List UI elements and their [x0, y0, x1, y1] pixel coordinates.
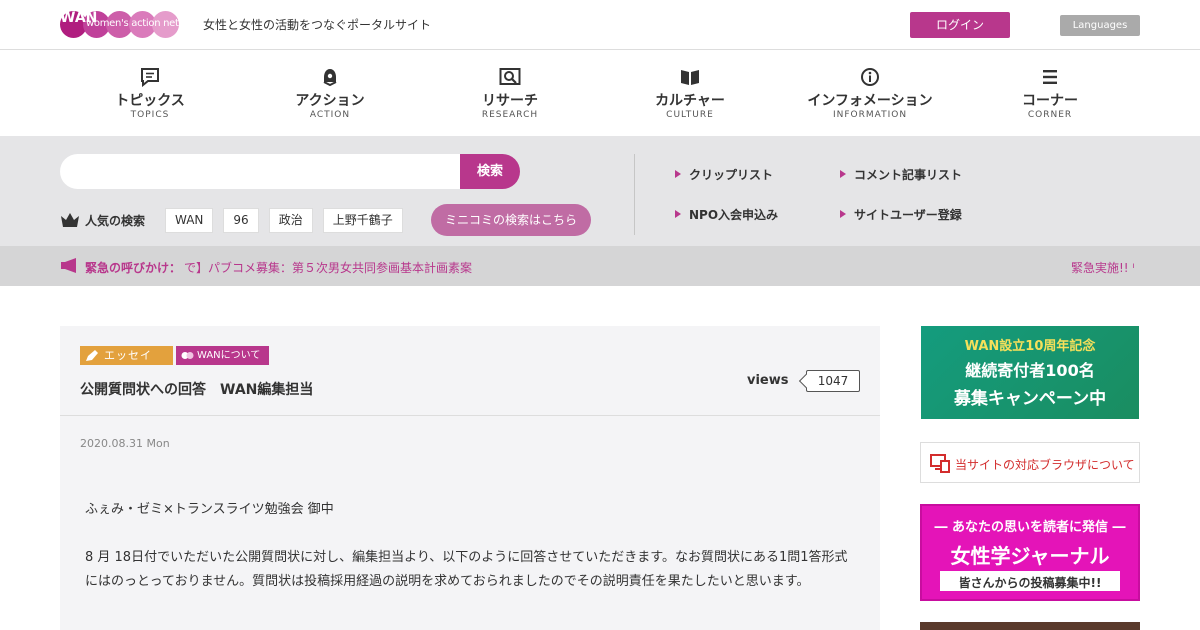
category-essay-label: エッセイ: [104, 349, 152, 362]
crown-icon: [61, 213, 79, 227]
journal-line1: ― あなたの思いを読者に発信 ―: [934, 520, 1126, 535]
article-paragraph: 8 月 18日付でいただいた公開質問状に対し、編集担当より、以下のように回答させ…: [85, 550, 848, 589]
wan-logo[interactable]: WAN women's action network: [60, 11, 202, 38]
comment-articles-link[interactable]: コメント記事リスト: [840, 166, 962, 183]
npo-signup-label: NPO入会申込み: [689, 208, 779, 222]
book-icon: [681, 70, 699, 85]
journal-line3: 皆さんからの投稿募集中!!: [958, 576, 1102, 590]
site-tagline: 女性と女性の活動をつなぐポータルサイト: [203, 18, 432, 32]
nav-culture-label: カルチャー: [655, 93, 725, 109]
nav-action[interactable]: アクション ACTION: [240, 51, 420, 136]
anniversary-campaign-banner[interactable]: WAN設立10周年記念 継続寄付者100名 募集キャンペーン中: [921, 326, 1139, 419]
info-icon: [861, 68, 879, 86]
triangle-icon: [675, 210, 681, 218]
category-wan-badge[interactable]: WANについて: [176, 346, 269, 365]
anniversary-line1: WAN設立10周年記念: [964, 339, 1096, 354]
views-count: 1047: [806, 370, 860, 392]
menu-icon: [1043, 70, 1057, 84]
journal-line2: 女性学ジャーナル: [950, 544, 1110, 568]
nav-corner-label: コーナー: [1022, 93, 1078, 109]
popular-tag[interactable]: 政治: [268, 207, 313, 233]
nav-action-sub: ACTION: [309, 110, 351, 120]
user-register-link[interactable]: サイトユーザー登録: [840, 206, 962, 223]
article-title: 公開質問状への回答 WAN編集担当: [80, 382, 314, 398]
urgent-ticker-text-right[interactable]: 緊急実施!! ᴵ: [1071, 259, 1135, 276]
triangle-icon: [840, 210, 846, 218]
nav-corner[interactable]: コーナー CORNER: [960, 51, 1140, 136]
search-divider: [634, 154, 635, 235]
logo-text: women's action network: [86, 18, 202, 29]
page: WAN women's action network 女性と女性の活動をつなぐポ…: [0, 0, 1200, 630]
nav-research-sub: RESEARCH: [481, 110, 539, 120]
article-date: 2020.08.31 Mon: [80, 437, 170, 450]
clip-list-label: クリップリスト: [689, 168, 774, 182]
search-button[interactable]: 検索: [460, 154, 520, 189]
article-body: ふぇみ・ゼミ×トランスライツ勉強会 御中 8 月 18日付でいただいた公開質問状…: [85, 498, 860, 618]
user-register-label: サイトユーザー登録: [854, 208, 962, 222]
login-button[interactable]: ログイン: [910, 12, 1010, 38]
views-label: views: [747, 373, 789, 388]
article: エッセイ WANについて 公開質問状への回答 WAN編集担当 views 104…: [60, 326, 880, 630]
article-header: エッセイ WANについて 公開質問状への回答 WAN編集担当 views 104…: [60, 326, 880, 416]
search-area: 検索 人気の検索 WAN 96 政治 上野千鶴子 ミニコミの検索はこちら クリッ…: [0, 136, 1200, 246]
anniversary-line2: 継続寄付者100名: [965, 361, 1095, 380]
comment-articles-label: コメント記事リスト: [854, 168, 963, 182]
popular-label: 人気の検索: [85, 213, 146, 228]
popular-tag[interactable]: 96: [223, 207, 259, 233]
popular-tag[interactable]: 上野千鶴子: [322, 207, 403, 233]
languages-button[interactable]: Languages: [1060, 15, 1140, 36]
search-input[interactable]: [60, 154, 461, 189]
minikomi-search-button[interactable]: ミニコミの検索はこちら: [431, 204, 591, 236]
womens-studies-journal-banner[interactable]: ― あなたの思いを読者に発信 ― 女性学ジャーナル 皆さんからの投稿募集中!!: [920, 504, 1140, 601]
photo-banner[interactable]: [920, 622, 1140, 630]
urgent-banner: 緊急の呼びかけ： で】パブコメ募集：第５次男女共同参画基本計画素案 緊急実施!!…: [0, 246, 1200, 286]
nav-information[interactable]: インフォメーション INFORMATION: [780, 51, 960, 136]
nav-topics[interactable]: トピックス TOPICS: [60, 51, 240, 136]
nav-information-label: インフォメーション: [807, 93, 933, 109]
monitor-icon: [930, 454, 950, 473]
supported-browsers-text: 当サイトの対応ブラウザについて: [955, 458, 1135, 472]
urgent-label: 緊急の呼びかけ：: [85, 261, 182, 275]
megaphone-icon: [61, 258, 76, 273]
nav-research-label: リサーチ: [482, 93, 538, 109]
triangle-icon: [675, 170, 681, 178]
popular-tag[interactable]: WAN: [165, 207, 214, 233]
top-header: WAN women's action network 女性と女性の活動をつなぐポ…: [0, 0, 1200, 50]
wan-logo-icon: [181, 352, 194, 359]
npo-signup-link[interactable]: NPO入会申込み: [675, 206, 778, 223]
popular-searches: 人気の検索 WAN 96 政治 上野千鶴子: [60, 207, 413, 233]
clip-list-link[interactable]: クリップリスト: [675, 166, 773, 183]
nav-topics-label: トピックス: [115, 93, 185, 109]
urgent-ticker-text[interactable]: で】パブコメ募集：第５次男女共同参画基本計画素案: [184, 259, 472, 276]
nav-topics-sub: TOPICS: [130, 110, 170, 120]
nav-action-label: アクション: [295, 93, 365, 109]
pen-icon: [86, 350, 98, 361]
magnifier-icon: [499, 68, 521, 85]
category-essay-badge[interactable]: エッセイ: [80, 346, 173, 365]
nav-culture[interactable]: カルチャー CULTURE: [600, 51, 780, 136]
chat-icon: [141, 68, 159, 87]
bell-icon: [323, 69, 337, 87]
main-nav: トピックス TOPICS アクション ACTION リサーチ RESEARCH: [60, 51, 1140, 136]
nav-research[interactable]: リサーチ RESEARCH: [420, 51, 600, 136]
supported-browsers-banner[interactable]: 当サイトの対応ブラウザについて: [920, 442, 1140, 483]
nav-information-sub: INFORMATION: [832, 110, 908, 120]
nav-corner-sub: CORNER: [1027, 110, 1073, 120]
article-paragraph: ふぇみ・ゼミ×トランスライツ勉強会 御中: [85, 502, 334, 517]
category-wan-label: WANについて: [197, 350, 261, 361]
nav-culture-sub: CULTURE: [666, 110, 714, 120]
triangle-icon: [840, 170, 846, 178]
anniversary-line3: 募集キャンペーン中: [953, 389, 1107, 409]
